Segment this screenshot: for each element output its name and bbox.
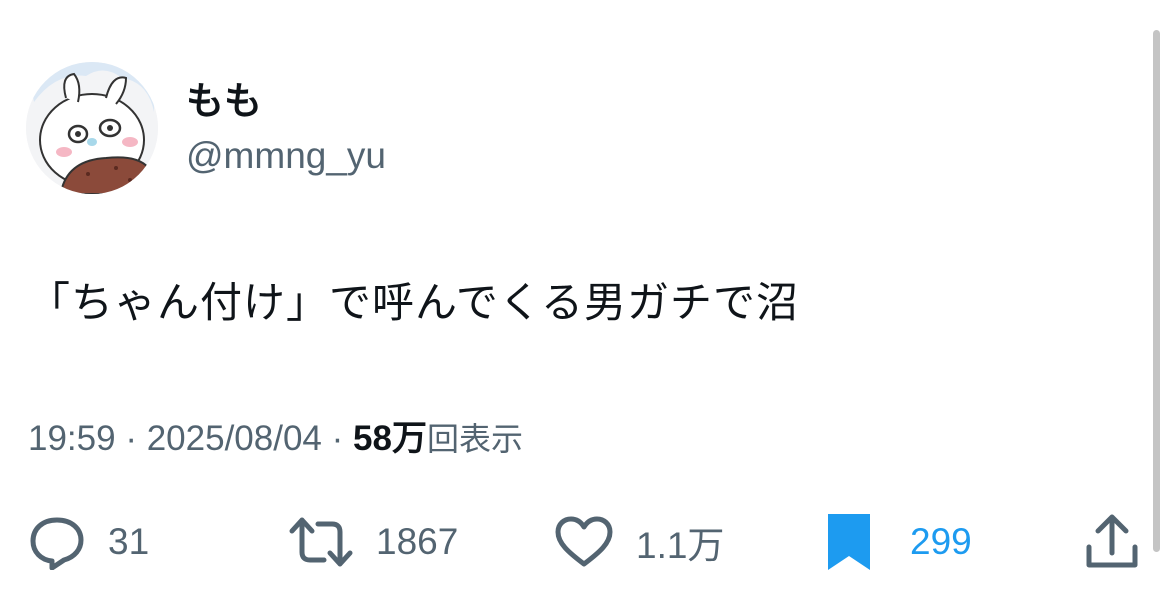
bookmark-icon [828,514,870,570]
bookmark-button[interactable]: 299 [826,512,972,572]
scrollbar[interactable] [1153,30,1160,552]
share-icon [1086,514,1138,568]
meta-separator: · [125,419,137,458]
avatar[interactable] [26,62,158,194]
tweet-time[interactable]: 19:59 [28,419,116,458]
reply-button[interactable]: 31 [28,512,149,572]
heart-icon [555,516,613,567]
tweet-date[interactable]: 2025/08/04 [147,419,322,458]
display-name[interactable]: もも [186,76,262,126]
reply-icon [30,517,84,570]
user-handle[interactable]: @mmng_yu [186,132,386,180]
like-count: 1.1万 [636,525,725,566]
reply-count: 31 [108,521,150,562]
meta-separator: · [331,419,344,458]
like-button[interactable]: 1.1万 [554,512,724,572]
tweet-text: 「ちゃん付け」で呼んでくる男ガチで沼 [28,278,800,327]
bookmark-count: 299 [910,521,972,562]
retweet-count: 1867 [376,521,459,562]
tweet-meta: 19:59 · 2025/08/04 · 58万回表示 [28,414,523,464]
share-button[interactable] [1084,512,1140,572]
retweet-icon [289,517,353,567]
views-count[interactable]: 58万 [353,419,427,458]
views-label[interactable]: 回表示 [427,420,523,458]
cartoon-bunny-avatar-icon [26,62,158,194]
retweet-button[interactable]: 1867 [288,512,458,572]
